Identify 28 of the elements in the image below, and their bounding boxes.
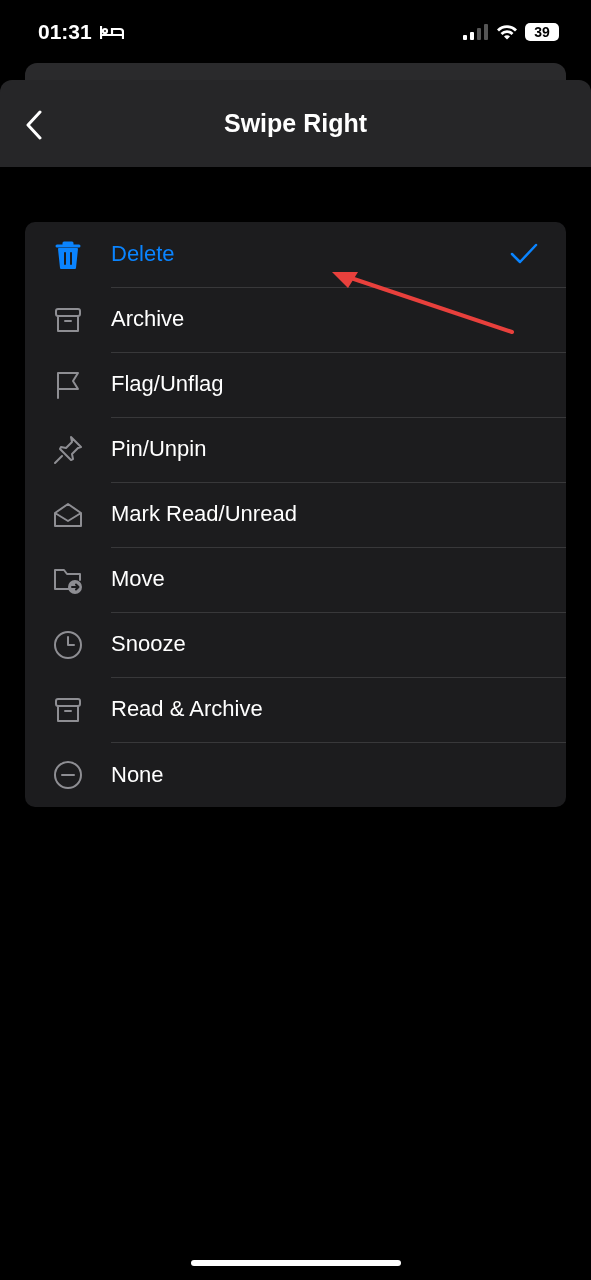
status-time: 01:31 <box>38 19 92 44</box>
option-label: Snooze <box>111 631 186 657</box>
option-row[interactable]: Read & Archive <box>25 677 566 742</box>
option-row[interactable]: Snooze <box>25 612 566 677</box>
checkmark-icon <box>510 243 538 265</box>
option-label: Mark Read/Unread <box>111 501 297 527</box>
pin-icon <box>52 433 84 466</box>
bed-icon <box>99 23 124 40</box>
option-label: Delete <box>111 241 175 267</box>
option-row[interactable]: Move <box>25 547 566 612</box>
option-row[interactable]: Pin/Unpin <box>25 417 566 482</box>
battery-indicator: 39 <box>525 22 559 41</box>
minus-icon <box>52 758 84 791</box>
signal-icon <box>463 23 489 40</box>
option-row[interactable]: Mark Read/Unread <box>25 482 566 547</box>
option-label: Flag/Unflag <box>111 371 224 397</box>
option-label: Archive <box>111 306 185 332</box>
screen-title: Swipe Right <box>223 109 368 138</box>
option-label: None <box>111 761 164 788</box>
option-row[interactable]: Flag/Unflag <box>25 352 566 417</box>
option-row[interactable]: None <box>25 742 566 807</box>
wifi-icon <box>496 23 518 40</box>
option-label: Move <box>111 566 165 592</box>
clock-icon <box>52 628 84 661</box>
option-label: Read & Archive <box>111 696 263 722</box>
option-row[interactable]: Archive <box>25 287 566 352</box>
chevron-left-icon <box>26 110 42 140</box>
option-label: Pin/Unpin <box>111 436 207 462</box>
